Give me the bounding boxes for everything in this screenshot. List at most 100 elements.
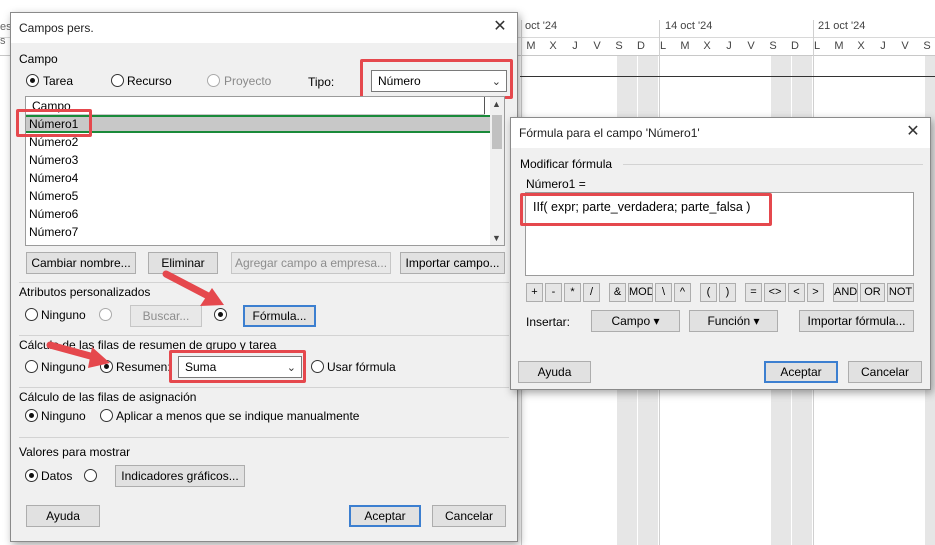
formula-help-button[interactable]: Ayuda xyxy=(518,361,591,383)
help-button[interactable]: Ayuda xyxy=(26,505,100,527)
gantt-day-label: V xyxy=(747,40,755,52)
radio-project[interactable] xyxy=(207,74,220,87)
radio-task[interactable] xyxy=(26,74,39,87)
operator-divide-button[interactable]: / xyxy=(583,283,600,302)
summary-calc-label: Cálculo de las filas de resumen de grupo… xyxy=(19,338,277,352)
operator-close-paren-button[interactable]: ) xyxy=(719,283,736,302)
list-item[interactable]: Número3 xyxy=(26,151,491,169)
group-separator xyxy=(623,164,923,165)
list-item-label: Número4 xyxy=(29,171,79,185)
chevron-down-icon: ⌄ xyxy=(491,76,501,88)
radio-summary-none[interactable] xyxy=(25,360,38,373)
radio-summary-rollup[interactable] xyxy=(100,360,113,373)
list-item[interactable]: Número1 xyxy=(26,115,491,133)
operator-equal-button[interactable]: = xyxy=(745,283,762,302)
radio-attrs-formula[interactable] xyxy=(214,308,227,321)
radio-attrs-none[interactable] xyxy=(25,308,38,321)
edit-formula-label: Modificar fórmula xyxy=(520,157,613,171)
radio-resource[interactable] xyxy=(111,74,124,87)
radio-display-data[interactable] xyxy=(25,469,38,482)
radio-assign-rollup-label: Aplicar a menos que se indique manualmen… xyxy=(116,409,360,423)
type-select[interactable]: Número ⌄ xyxy=(371,70,507,92)
import-formula-button[interactable]: Importar fórmula... xyxy=(799,310,914,332)
dialog-title: Campos pers. xyxy=(19,21,94,35)
gantt-day-label: M xyxy=(526,40,536,52)
operator-greater-button[interactable]: > xyxy=(807,283,824,302)
field-group-label: Campo xyxy=(19,52,58,66)
radio-display-indicators[interactable] xyxy=(84,469,97,482)
type-select-value: Número xyxy=(378,74,421,88)
formula-dialog-title: Fórmula para el campo 'Número1' xyxy=(519,126,700,140)
radio-display-data-label: Datos xyxy=(41,469,73,483)
formula-cancel-button[interactable]: Cancelar xyxy=(848,361,922,383)
gantt-week-label: oct '24 xyxy=(525,20,558,32)
operator-power-button[interactable]: ^ xyxy=(674,283,691,302)
graphical-indicators-button[interactable]: Indicadores gráficos... xyxy=(115,465,245,487)
chevron-down-icon: ⌄ xyxy=(286,362,296,374)
operator-not-equal-button[interactable]: <> xyxy=(764,283,786,302)
operator-intdiv-button[interactable]: \ xyxy=(655,283,672,302)
custom-fields-dialog: Campos pers. ✕ Campo Tarea Recurso Proye… xyxy=(10,12,518,542)
gantt-day-label: M xyxy=(834,40,844,52)
operator-less-button[interactable]: < xyxy=(788,283,805,302)
scroll-down-icon[interactable]: ▼ xyxy=(492,233,501,243)
list-item[interactable]: Número5 xyxy=(26,187,491,205)
field-equals-label: Número1 = xyxy=(526,177,586,191)
cancel-button[interactable]: Cancelar xyxy=(432,505,506,527)
list-item-label: Número1 xyxy=(29,117,79,131)
radio-attrs-none-label: Ninguno xyxy=(41,308,86,322)
radio-summary-none-label: Ninguno xyxy=(41,360,86,374)
list-item-label: Número7 xyxy=(29,225,79,239)
gantt-day-label: J xyxy=(726,40,732,52)
lookup-button[interactable]: Buscar... xyxy=(130,305,202,327)
radio-attrs-lookup[interactable] xyxy=(99,308,112,321)
list-item[interactable]: Número2 xyxy=(26,133,491,151)
gantt-week-label: 14 oct '24 xyxy=(665,20,713,32)
operator-concat-button[interactable]: & xyxy=(609,283,626,302)
gantt-day-label: D xyxy=(637,40,645,52)
list-item[interactable]: Número7 xyxy=(26,223,491,241)
radio-summary-use-formula[interactable] xyxy=(311,360,324,373)
formula-button[interactable]: Fórmula... xyxy=(243,305,316,327)
scroll-thumb[interactable] xyxy=(492,115,502,149)
add-enterprise-field-button[interactable]: Agregar campo a empresa... xyxy=(231,252,391,274)
gantt-day-label: X xyxy=(857,40,865,52)
list-item[interactable]: Número6 xyxy=(26,205,491,223)
operator-multiply-button[interactable]: * xyxy=(564,283,581,302)
insert-function-button[interactable]: Función ▾ xyxy=(689,310,778,332)
close-icon[interactable]: ✕ xyxy=(902,122,924,142)
list-scrollbar[interactable]: ▲ ▼ xyxy=(490,97,504,245)
import-field-button[interactable]: Importar campo... xyxy=(400,252,505,274)
dialog-titlebar: Campos pers. ✕ xyxy=(11,13,517,43)
list-item[interactable]: Número4 xyxy=(26,169,491,187)
radio-project-label: Proyecto xyxy=(224,74,272,88)
operator-or-button[interactable]: OR xyxy=(860,283,885,302)
operator-mod-button[interactable]: MOD xyxy=(628,283,653,302)
operator-and-button[interactable]: AND xyxy=(833,283,858,302)
field-list[interactable]: Campo Número1 Número2 Número3 Número4 Nú… xyxy=(25,96,505,246)
assignment-calc-label: Cálculo de las filas de asignación xyxy=(19,390,197,404)
radio-assign-none-label: Ninguno xyxy=(41,409,86,423)
operator-plus-button[interactable]: + xyxy=(526,283,543,302)
operator-open-paren-button[interactable]: ( xyxy=(700,283,717,302)
operator-not-button[interactable]: NOT xyxy=(887,283,914,302)
close-icon[interactable]: ✕ xyxy=(489,17,511,37)
list-item-label: Número3 xyxy=(29,153,79,167)
rollup-select-value: Suma xyxy=(185,360,217,374)
rename-button[interactable]: Cambiar nombre... xyxy=(26,252,136,274)
insert-field-button[interactable]: Campo ▾ xyxy=(591,310,680,332)
custom-attributes-label: Atributos personalizados xyxy=(19,285,151,299)
radio-assign-rollup[interactable] xyxy=(100,409,113,422)
formula-ok-button[interactable]: Aceptar xyxy=(764,361,838,383)
radio-task-label: Tarea xyxy=(43,74,74,88)
gantt-day-label: S xyxy=(769,40,777,52)
radio-assign-none[interactable] xyxy=(25,409,38,422)
rollup-select[interactable]: Suma ⌄ xyxy=(178,356,302,378)
ok-button[interactable]: Aceptar xyxy=(349,505,421,527)
formula-textarea[interactable]: IIf( expr; parte_verdadera; parte_falsa … xyxy=(525,192,914,276)
operator-minus-button[interactable]: - xyxy=(545,283,562,302)
delete-button[interactable]: Eliminar xyxy=(148,252,218,274)
insert-label: Insertar: xyxy=(526,315,571,329)
gantt-day-label: S xyxy=(923,40,931,52)
scroll-up-icon[interactable]: ▲ xyxy=(492,99,501,109)
